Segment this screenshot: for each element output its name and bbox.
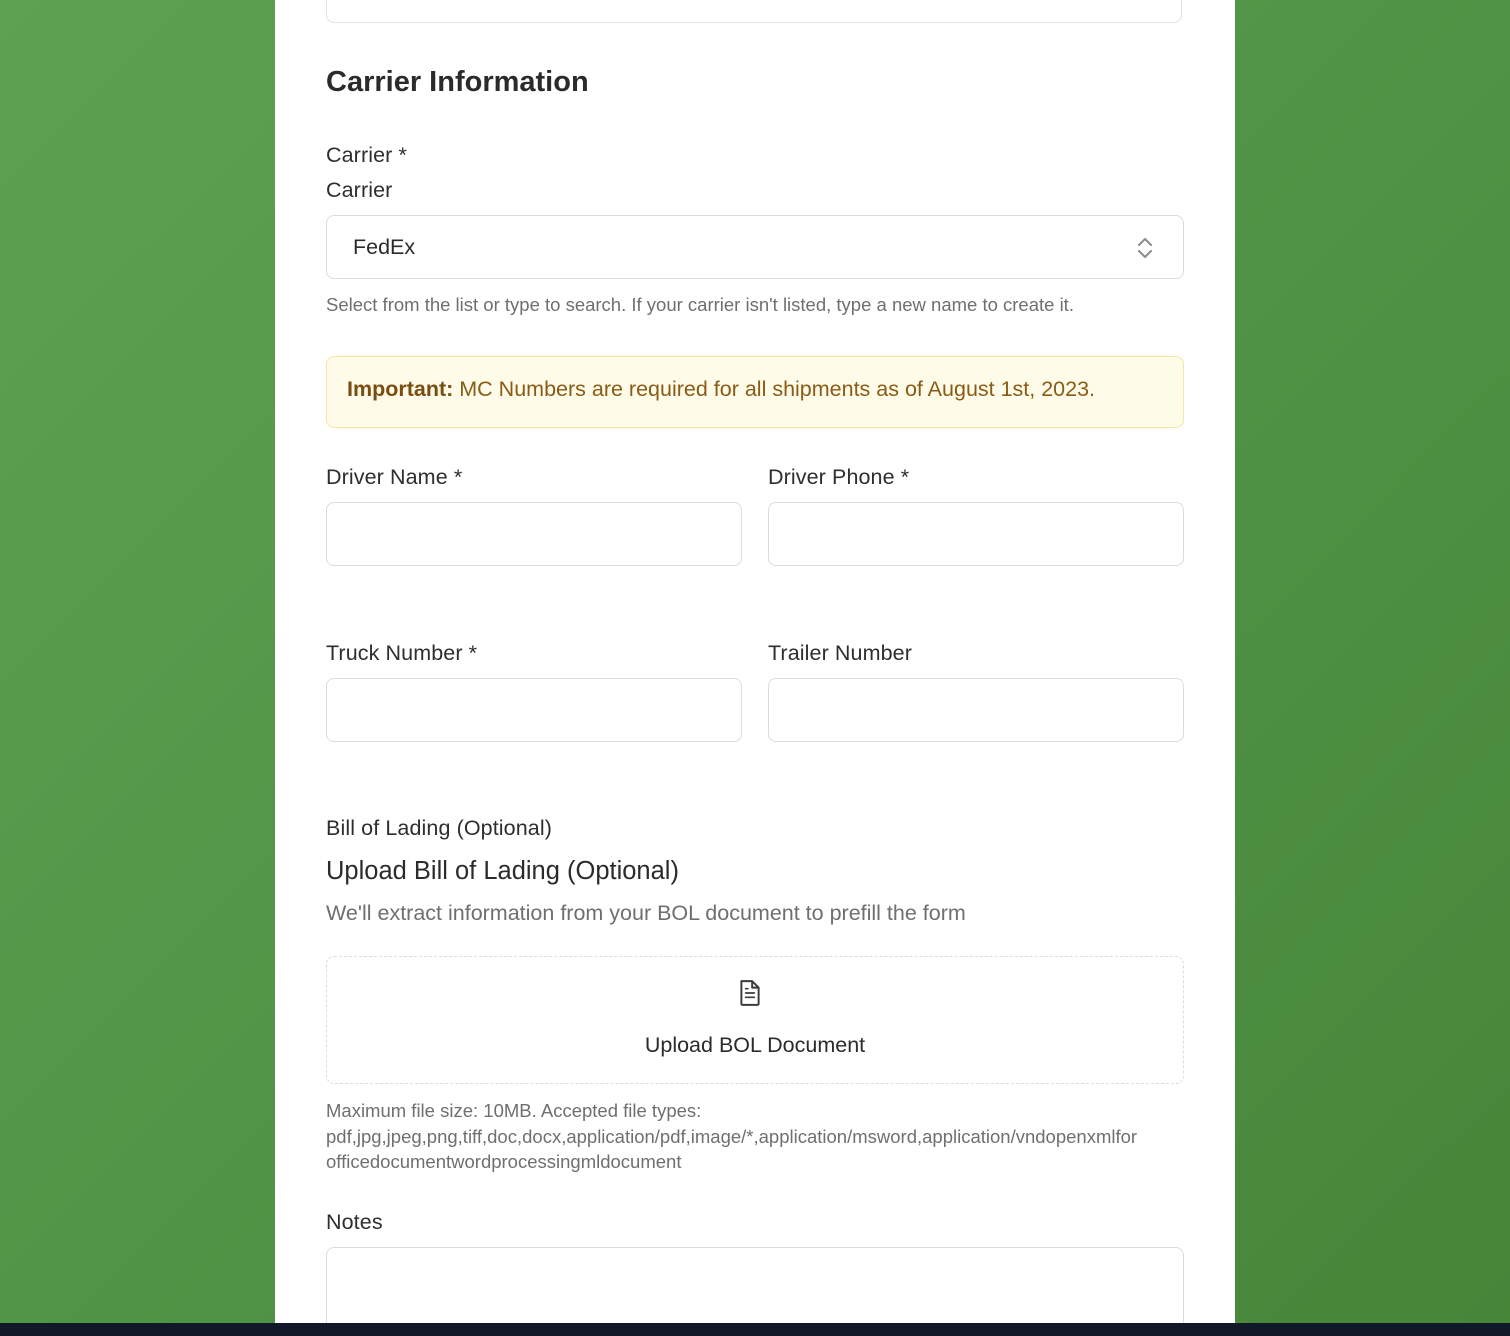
notes-textarea[interactable] — [326, 1247, 1184, 1323]
previous-field-input[interactable] — [326, 0, 1182, 23]
file-type-hint: Maximum file size: 10MB. Accepted file t… — [326, 1098, 1137, 1175]
carrier-select-value: FedEx — [353, 235, 416, 259]
section-title: Carrier Information — [326, 66, 589, 98]
bol-label: Bill of Lading (Optional) — [326, 816, 552, 840]
file-hint-line-1: Maximum file size: 10MB. Accepted file t… — [326, 1100, 702, 1121]
carrier-hint: Select from the list or type to search. … — [326, 294, 1074, 315]
carrier-select[interactable]: FedEx — [326, 215, 1184, 279]
form-panel: Carrier Information Carrier * Carrier Fe… — [275, 0, 1235, 1323]
notes-label: Notes — [326, 1210, 383, 1234]
driver-phone-input[interactable] — [768, 502, 1184, 566]
chevron-up-down-icon — [1138, 238, 1152, 258]
carrier-sublabel: Carrier — [326, 178, 393, 202]
bol-dropzone[interactable]: Upload BOL Document — [326, 956, 1184, 1084]
bol-upload-description: We'll extract information from your BOL … — [326, 901, 966, 925]
driver-name-input[interactable] — [326, 502, 742, 566]
bol-upload-title: Upload Bill of Lading (Optional) — [326, 857, 679, 885]
bottom-bar — [0, 1323, 1510, 1336]
trailer-number-label: Trailer Number — [768, 641, 912, 665]
upload-bol-button[interactable]: Upload BOL Document — [327, 1033, 1183, 1058]
trailer-number-input[interactable] — [768, 678, 1184, 742]
carrier-label: Carrier * — [326, 143, 407, 167]
file-hint-line-2: pdf,jpg,jpeg,png,tiff,doc,docx,applicati… — [326, 1125, 1138, 1147]
truck-number-label: Truck Number * — [326, 641, 478, 665]
important-notice: Important: MC Numbers are required for a… — [326, 356, 1184, 428]
notice-text: MC Numbers are required for all shipment… — [453, 377, 1096, 401]
file-text-icon — [740, 980, 760, 1006]
driver-phone-label: Driver Phone * — [768, 465, 910, 489]
driver-name-label: Driver Name * — [326, 465, 463, 489]
file-hint-line-3: officedocumentwordprocessingmldocument — [326, 1151, 682, 1172]
notice-strong: Important: — [347, 377, 454, 401]
truck-number-input[interactable] — [326, 678, 742, 742]
